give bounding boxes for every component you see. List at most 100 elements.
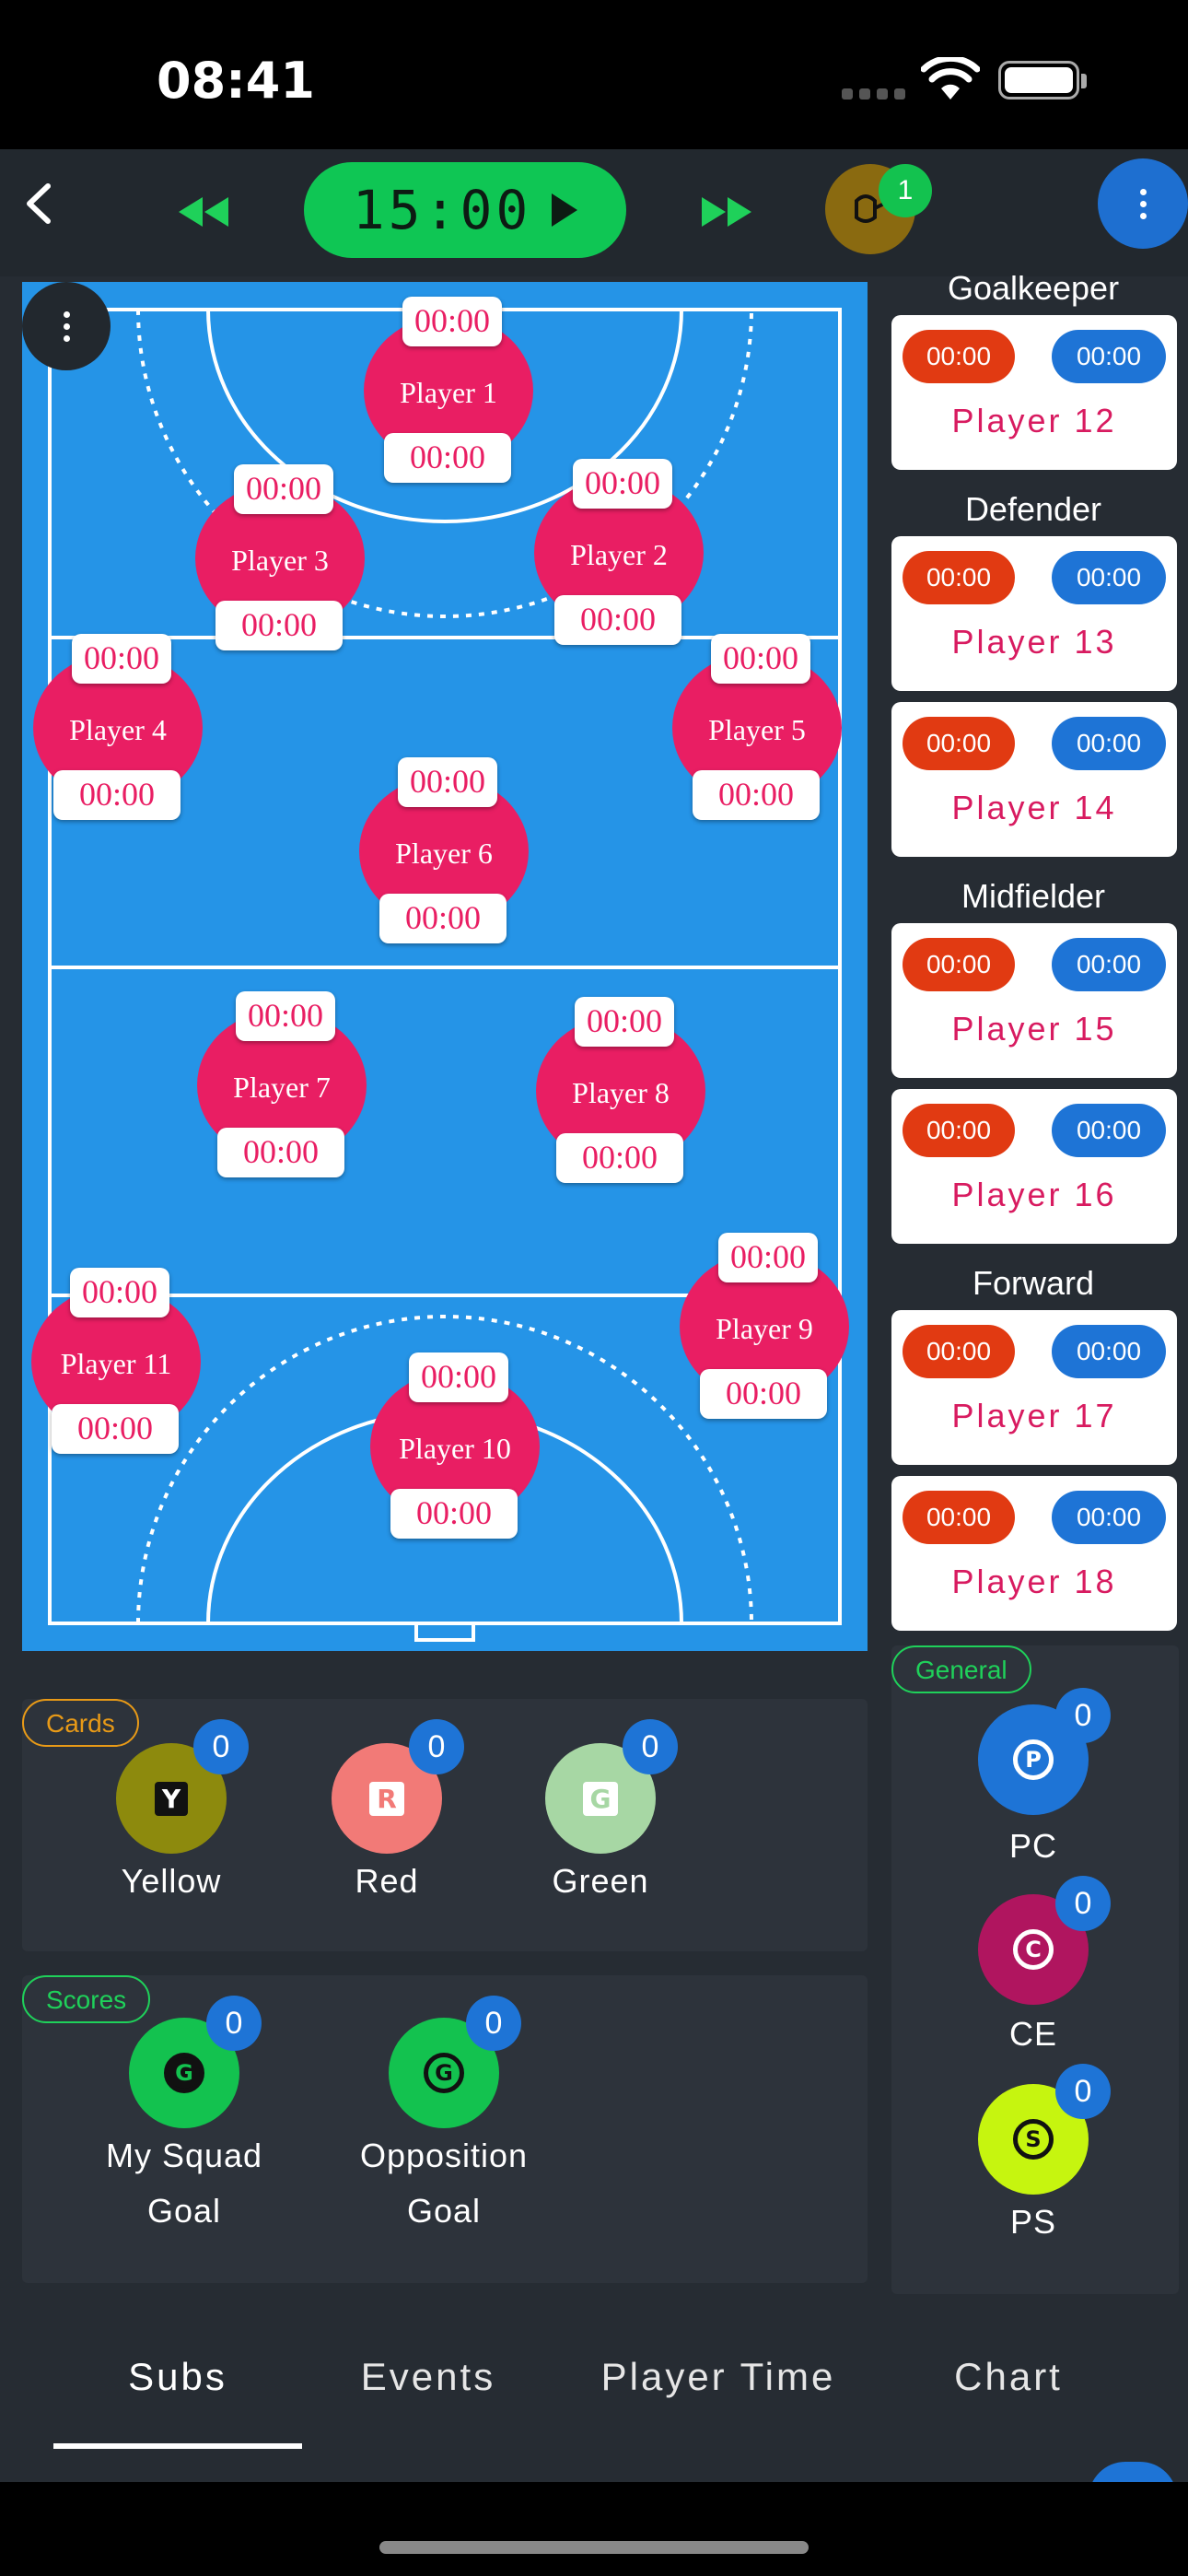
back-arrow-icon[interactable] [20, 181, 57, 227]
player-time-top: 00:00 [398, 757, 497, 807]
player-marker[interactable]: Player 11 00:00 00:00 [31, 1268, 201, 1454]
player-time-top: 00:00 [234, 464, 333, 514]
ce-icon: C [1013, 1929, 1054, 1970]
substitution-count-badge: 1 [879, 164, 932, 217]
bench-player-card[interactable]: 00:00 00:00 Player 14 [891, 702, 1177, 857]
player-time-bottom: 00:00 [52, 1404, 179, 1454]
more-menu-button[interactable] [1098, 158, 1188, 249]
player-time-bottom: 00:00 [215, 601, 343, 650]
player-name: Player 4 [69, 713, 167, 746]
bench-player-card[interactable]: 00:00 00:00 Player 17 [891, 1310, 1177, 1465]
my-squad-goal-label: My Squad Goal [55, 2128, 313, 2239]
player-marker[interactable]: Player 10 00:00 00:00 [370, 1352, 540, 1539]
player-marker[interactable]: Player 7 00:00 00:00 [197, 991, 367, 1177]
ps-icon: S [1013, 2119, 1054, 2160]
bench-player-card[interactable]: 00:00 00:00 Player 15 [891, 923, 1177, 1078]
player-name: Player 6 [395, 837, 493, 870]
bench-player-name: Player 14 [951, 789, 1117, 826]
tab-subs[interactable]: Subs [53, 2355, 302, 2399]
bench-time-red: 00:00 [903, 551, 1015, 604]
position-label: Goalkeeper [947, 269, 1120, 307]
bench-time-blue: 00:00 [1052, 1325, 1166, 1378]
bench-player-card[interactable]: 00:00 00:00 Player 13 [891, 536, 1177, 691]
bench-player-name: Player 15 [951, 1010, 1117, 1048]
fast-forward-icon[interactable] [698, 193, 755, 230]
tab-chart[interactable]: Chart [893, 2355, 1124, 2399]
status-time: 08:41 [157, 52, 315, 110]
bench-time-red: 00:00 [903, 330, 1015, 383]
red-card-count: 0 [409, 1719, 464, 1774]
bench-player-card[interactable]: 00:00 00:00 Player 18 [891, 1476, 1177, 1631]
player-name: Player 8 [572, 1076, 670, 1109]
player-time-top: 00:00 [711, 634, 810, 684]
player-time-top: 00:00 [573, 459, 672, 509]
ps-label: PS [1009, 2203, 1057, 2241]
green-card-count: 0 [623, 1719, 678, 1774]
goal-icon: G [424, 2053, 464, 2093]
player-marker[interactable]: Player 1 00:00 00:00 [364, 297, 533, 483]
label-line-1: My Squad [105, 2137, 263, 2174]
pc-count: 0 [1055, 1688, 1111, 1743]
yellow-card-icon: Y [154, 1781, 189, 1816]
bench-time-red: 00:00 [903, 1325, 1015, 1378]
cards-chip: Cards [22, 1699, 139, 1747]
ps-count: 0 [1055, 2064, 1111, 2119]
bench-time-red: 00:00 [903, 1104, 1015, 1157]
player-name: Player 9 [716, 1312, 813, 1345]
green-card-icon: G [582, 1781, 619, 1816]
wifi-icon [921, 57, 980, 100]
position-label: Midfielder [961, 877, 1106, 915]
player-time-top: 00:00 [70, 1268, 169, 1317]
player-marker[interactable]: Player 5 00:00 00:00 [672, 634, 842, 820]
bench-player-card[interactable]: 00:00 00:00 Player 16 [891, 1089, 1177, 1244]
bench-time-red: 00:00 [903, 717, 1015, 770]
home-bar-area [0, 2482, 1188, 2576]
player-marker[interactable]: Player 2 00:00 00:00 [534, 459, 704, 645]
general-chip: General [891, 1645, 1031, 1693]
home-indicator[interactable] [379, 2541, 809, 2554]
yellow-card-label: Yellow [121, 1862, 222, 1900]
bench-time-blue: 00:00 [1052, 1104, 1166, 1157]
player-name: Player 1 [400, 376, 497, 409]
tab-player-time[interactable]: Player Time [571, 2355, 866, 2399]
bench-time-red: 00:00 [903, 938, 1015, 991]
player-name: Player 3 [231, 544, 329, 577]
player-marker[interactable]: Player 8 00:00 00:00 [536, 997, 705, 1183]
label-line-1: Opposition [359, 2137, 529, 2174]
player-time-bottom: 00:00 [217, 1128, 344, 1177]
ce-count: 0 [1055, 1876, 1111, 1931]
player-time-top: 00:00 [575, 997, 674, 1047]
scores-chip: Scores [22, 1975, 151, 2023]
bench-time-red: 00:00 [903, 1491, 1015, 1544]
rewind-icon[interactable] [175, 193, 232, 230]
tab-events[interactable]: Events [313, 2355, 543, 2399]
position-label: Forward [972, 1264, 1095, 1302]
bench-player-name: Player 17 [951, 1397, 1117, 1434]
player-time-bottom: 00:00 [556, 1133, 683, 1183]
player-name: Player 5 [708, 713, 806, 746]
bench-player-card[interactable]: 00:00 00:00 Player 12 [891, 315, 1177, 470]
player-marker[interactable]: Player 3 00:00 00:00 [195, 464, 365, 650]
player-marker[interactable]: Player 4 00:00 00:00 [33, 634, 203, 820]
player-marker[interactable]: Player 6 00:00 00:00 [359, 757, 529, 943]
player-time-top: 00:00 [72, 634, 171, 684]
player-time-bottom: 00:00 [693, 770, 820, 820]
player-time-bottom: 00:00 [554, 595, 681, 645]
player-time-top: 00:00 [718, 1233, 818, 1282]
pc-icon: P [1013, 1739, 1054, 1780]
red-card-icon: R [369, 1781, 404, 1816]
bench-player-name: Player 16 [951, 1176, 1117, 1213]
more-vert-icon [1139, 188, 1147, 219]
match-timer-button[interactable]: 15:00 [304, 162, 626, 258]
player-name: Player 10 [399, 1432, 511, 1465]
court-menu-button[interactable] [22, 282, 111, 370]
player-marker[interactable]: Player 9 00:00 00:00 [680, 1233, 849, 1419]
red-card-label: Red [355, 1862, 419, 1900]
bench-time-blue: 00:00 [1052, 1491, 1166, 1544]
tab-indicator [53, 2443, 302, 2449]
pc-label: PC [1008, 1827, 1057, 1865]
bench-player-name: Player 13 [951, 623, 1117, 661]
more-vert-icon [63, 310, 70, 342]
bench-time-blue: 00:00 [1052, 551, 1166, 604]
label-line-2: Goal [146, 2192, 222, 2230]
